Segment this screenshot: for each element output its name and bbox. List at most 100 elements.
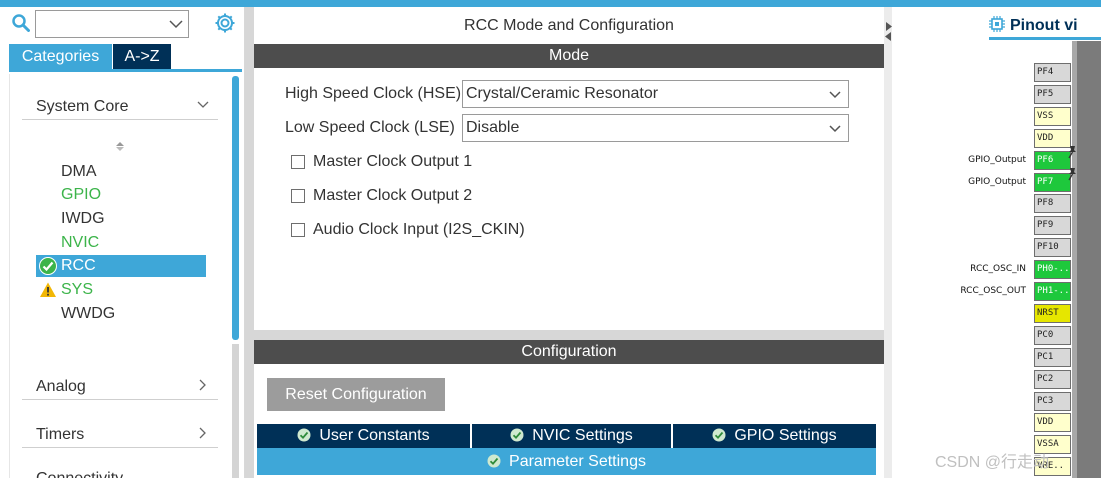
pin-signal-label: RCC_OSC_IN bbox=[970, 264, 1026, 274]
pinout-tab[interactable]: Pinout vi bbox=[989, 16, 1078, 36]
pin-pc2[interactable]: PC2 bbox=[1034, 370, 1071, 389]
pin-pf10[interactable]: PF10 bbox=[1034, 238, 1071, 257]
list-item-wwdg[interactable]: WWDG bbox=[36, 303, 206, 325]
item-label: IWDG bbox=[61, 210, 105, 227]
checkbox-i2s-ckin[interactable]: Audio Clock Input (I2S_CKIN) bbox=[291, 221, 591, 241]
pin-pc3[interactable]: PC3 bbox=[1034, 392, 1071, 411]
checkbox-mco1[interactable]: Master Clock Output 1 bbox=[291, 153, 591, 173]
lse-row: Low Speed Clock (LSE) Disable bbox=[285, 114, 850, 142]
list-item-gpio[interactable]: GPIO bbox=[36, 184, 206, 206]
warning-icon bbox=[40, 282, 56, 297]
checkbox[interactable] bbox=[291, 155, 305, 169]
section-label: Connectivity bbox=[36, 470, 123, 478]
lse-select[interactable]: Disable bbox=[462, 114, 849, 142]
lse-label: Low Speed Clock (LSE) bbox=[285, 119, 455, 136]
list-item-dma[interactable]: DMA bbox=[36, 161, 206, 183]
check-circle-icon bbox=[297, 428, 311, 442]
item-label: RCC bbox=[61, 257, 96, 274]
chevron-down-icon[interactable] bbox=[168, 17, 184, 31]
list-item-iwdg[interactable]: IWDG bbox=[36, 208, 206, 230]
hse-row: High Speed Clock (HSE) Crystal/Ceramic R… bbox=[285, 80, 850, 108]
hse-label: High Speed Clock (HSE) bbox=[285, 85, 462, 102]
pin-pf8[interactable]: PF8 bbox=[1034, 194, 1071, 213]
item-label: NVIC bbox=[61, 234, 100, 251]
pin-pc0[interactable]: PC0 bbox=[1034, 326, 1071, 345]
configuration-header: Configuration bbox=[254, 340, 884, 364]
reset-configuration-button[interactable]: Reset Configuration bbox=[267, 378, 445, 411]
section-label: Timers bbox=[36, 426, 85, 443]
chevron-right-icon[interactable] bbox=[196, 378, 210, 392]
item-label: WWDG bbox=[61, 305, 116, 322]
tab-parameter-settings[interactable]: Parameter Settings bbox=[257, 448, 876, 475]
pinout-panel: Pinout vi PF4 PF5 VSS VDD PF6 GPIO_Output PF7 G… bbox=[892, 7, 1101, 478]
section-system-core[interactable]: System Core bbox=[22, 90, 218, 120]
section-label: System Core bbox=[36, 98, 129, 115]
left-panel: Categories A->Z System Core DMA GPIO IWD… bbox=[0, 7, 245, 478]
mode-header: Mode bbox=[254, 44, 884, 68]
checkbox[interactable] bbox=[291, 223, 305, 237]
pinout-tab-underline bbox=[989, 37, 1101, 40]
chevron-down-icon[interactable] bbox=[828, 123, 842, 135]
section-label: Analog bbox=[36, 378, 86, 395]
gear-icon[interactable] bbox=[214, 12, 236, 34]
pin-signal-label: GPIO_Output bbox=[968, 155, 1026, 165]
section-analog[interactable]: Analog bbox=[22, 370, 218, 400]
tab-nvic-settings[interactable]: NVIC Settings bbox=[472, 424, 671, 448]
item-label: DMA bbox=[61, 163, 97, 180]
pin-pf9[interactable]: PF9 bbox=[1034, 216, 1071, 235]
pin-vdd[interactable]: VDD bbox=[1034, 413, 1071, 432]
tab-label: NVIC Settings bbox=[532, 427, 633, 444]
check-circle-icon bbox=[487, 454, 501, 468]
page-title: RCC Mode and Configuration bbox=[464, 17, 674, 34]
collapse-right-icon[interactable] bbox=[885, 22, 892, 31]
pin-pf5[interactable]: PF5 bbox=[1034, 85, 1071, 104]
chevron-down-icon[interactable] bbox=[828, 89, 842, 101]
list-item-rcc[interactable]: RCC bbox=[36, 255, 206, 277]
check-circle-icon bbox=[39, 257, 57, 275]
pin-ph0[interactable]: PH0-.. bbox=[1034, 260, 1071, 279]
pin-signal-label: GPIO_Output bbox=[968, 177, 1026, 187]
pushpin-icon[interactable] bbox=[1066, 167, 1078, 181]
pin-vss[interactable]: VSS bbox=[1034, 107, 1071, 126]
tab-user-constants[interactable]: User Constants bbox=[257, 424, 470, 448]
panel-splitter[interactable] bbox=[884, 7, 892, 478]
pin-pf4[interactable]: PF4 bbox=[1034, 63, 1071, 82]
chevron-right-icon[interactable] bbox=[196, 426, 210, 440]
pin-pc1[interactable]: PC1 bbox=[1034, 348, 1071, 367]
checkbox-mco2[interactable]: Master Clock Output 2 bbox=[291, 187, 591, 207]
configuration-panel: Configuration Reset Configuration User C… bbox=[254, 340, 884, 478]
tab-label: User Constants bbox=[319, 427, 430, 444]
sort-icon[interactable] bbox=[114, 139, 126, 155]
scrollbar-track[interactable] bbox=[232, 344, 239, 478]
hse-value: Crystal/Ceramic Resonator bbox=[466, 85, 659, 102]
chevron-down-icon[interactable] bbox=[196, 98, 210, 112]
search-input[interactable] bbox=[36, 11, 164, 37]
item-label: GPIO bbox=[61, 186, 102, 203]
scrollbar-thumb[interactable] bbox=[232, 76, 239, 340]
watermark: CSDN @行走动 bbox=[935, 454, 1050, 471]
tab-a-to-z[interactable]: A->Z bbox=[113, 44, 171, 69]
chip-edge bbox=[1072, 41, 1077, 478]
check-circle-icon bbox=[510, 428, 524, 442]
section-connectivity[interactable]: Connectivity bbox=[22, 466, 218, 478]
pin-ph1[interactable]: PH1-.. bbox=[1034, 282, 1071, 301]
checkbox-label: Master Clock Output 2 bbox=[313, 187, 473, 204]
tab-gpio-settings[interactable]: GPIO Settings bbox=[673, 424, 876, 448]
tab-categories[interactable]: Categories bbox=[9, 44, 112, 69]
collapse-left-icon[interactable] bbox=[885, 32, 892, 41]
chip-icon bbox=[989, 16, 1005, 32]
list-item-sys[interactable]: SYS bbox=[36, 279, 206, 301]
category-tabs: Categories A->Z bbox=[9, 44, 242, 72]
checkbox[interactable] bbox=[291, 189, 305, 203]
section-timers[interactable]: Timers bbox=[22, 418, 218, 448]
pin-nrst[interactable]: NRST bbox=[1034, 304, 1071, 323]
category-list: System Core DMA GPIO IWDG NVIC RCC SYS W… bbox=[9, 74, 239, 478]
pushpin-icon[interactable] bbox=[1066, 145, 1078, 159]
pinout-title: Pinout vi bbox=[1010, 17, 1078, 34]
hse-select[interactable]: Crystal/Ceramic Resonator bbox=[462, 80, 849, 108]
mode-panel: RCC Mode and Configuration Mode High Spe… bbox=[254, 7, 884, 330]
lse-value: Disable bbox=[466, 119, 520, 136]
search-icon[interactable] bbox=[12, 14, 30, 32]
search-combobox[interactable] bbox=[35, 10, 189, 38]
list-item-nvic[interactable]: NVIC bbox=[36, 232, 206, 254]
